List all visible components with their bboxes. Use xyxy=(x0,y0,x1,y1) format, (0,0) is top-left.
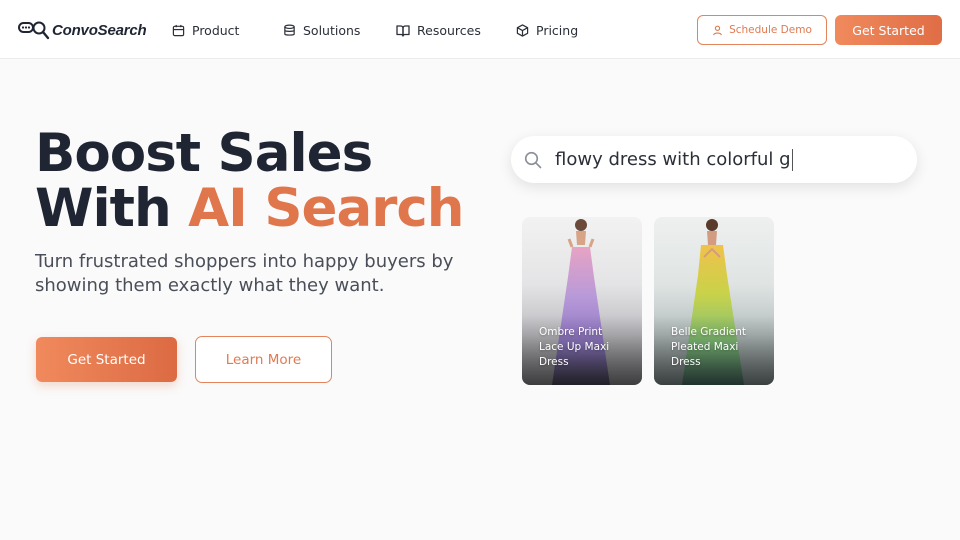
learn-more-button[interactable]: Learn More xyxy=(195,336,332,383)
hero-subtitle: Turn frustrated shoppers into happy buye… xyxy=(35,251,454,296)
nav-item-label: Resources xyxy=(417,22,481,38)
get-started-button[interactable]: Get Started xyxy=(36,337,177,382)
book-open-icon xyxy=(396,24,410,37)
text-caret xyxy=(791,148,794,171)
nav-item-product[interactable]: Product xyxy=(172,23,283,38)
box-icon xyxy=(516,23,529,37)
database-icon xyxy=(284,24,295,36)
search-icon xyxy=(524,151,542,168)
product-card[interactable]: Ombre Print Lace Up Maxi Dress xyxy=(522,217,642,385)
nav-item-pricing[interactable]: Pricing xyxy=(516,23,578,38)
search-input[interactable]: flowy dress with colorful g xyxy=(511,136,917,183)
brand-logo[interactable]: ConvoSearch xyxy=(18,18,147,42)
chat-search-icon xyxy=(18,21,50,40)
hero-title-line2-prefix: With xyxy=(35,178,189,239)
user-icon xyxy=(713,25,722,35)
search-query: flowy dress with colorful g xyxy=(555,148,791,170)
product-title: Belle Gradient Pleated Maxi Dress xyxy=(671,326,746,368)
nav-item-solutions[interactable]: Solutions xyxy=(283,23,396,38)
nav-item-label: Solutions xyxy=(303,22,361,38)
nav-item-resources[interactable]: Resources xyxy=(396,23,516,38)
schedule-demo-button[interactable]: Schedule Demo xyxy=(697,15,827,45)
brand-name: ConvoSearch xyxy=(52,21,147,39)
nav-item-label: Product xyxy=(192,22,240,38)
get-started-label: Get Started xyxy=(67,351,146,368)
main-nav: Product Solutions Resources Pricing xyxy=(172,20,578,40)
product-card[interactable]: Belle Gradient Pleated Maxi Dress xyxy=(654,217,774,385)
get-started-header-label: Get Started xyxy=(852,22,925,38)
calendar-icon xyxy=(172,24,185,36)
learn-more-label: Learn More xyxy=(225,351,302,368)
schedule-demo-label: Schedule Demo xyxy=(729,24,812,36)
search-query-text: flowy dress with colorful g xyxy=(555,148,794,171)
hero-title-line1: Boost Sales xyxy=(35,123,373,184)
hero-title-accent: AI Search xyxy=(188,178,464,239)
product-title: Ombre Print Lace Up Maxi Dress xyxy=(539,326,610,368)
get-started-header-button[interactable]: Get Started xyxy=(835,15,942,45)
hero-title: Boost Sales With AI Search xyxy=(35,126,495,236)
top-navbar: ConvoSearch Product Solutions Resources … xyxy=(0,0,960,59)
nav-item-label: Pricing xyxy=(536,22,579,38)
